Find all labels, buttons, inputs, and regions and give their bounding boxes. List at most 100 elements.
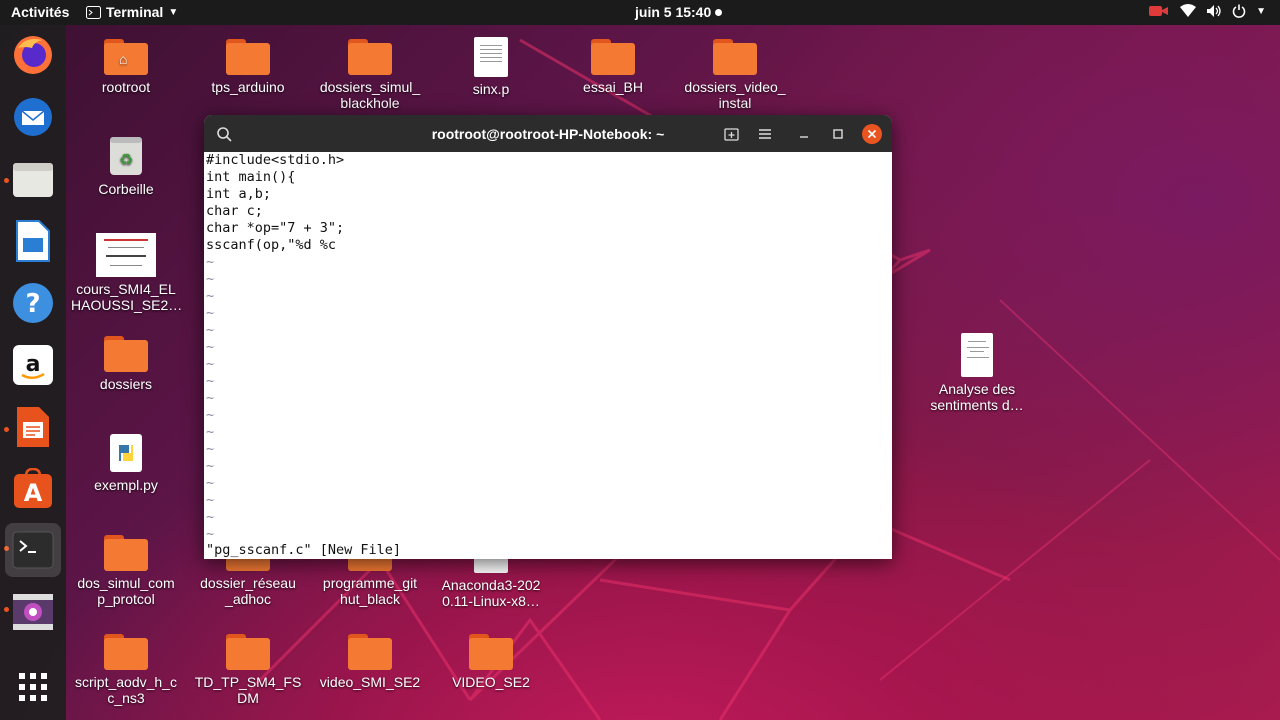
folder-icon bbox=[104, 632, 148, 670]
app-menu[interactable]: Terminal ▼ bbox=[86, 4, 178, 20]
clock[interactable]: juin 5 15:40 bbox=[635, 4, 723, 20]
tilde-marker: ~ bbox=[206, 339, 215, 355]
desktop-icon-label: tps_arduino bbox=[211, 79, 285, 95]
desktop-icon-label: dossiers_video_ instal bbox=[684, 79, 786, 111]
menu-button[interactable] bbox=[755, 124, 775, 144]
running-indicator bbox=[4, 607, 9, 612]
clock-label: juin 5 15:40 bbox=[635, 4, 712, 20]
close-icon bbox=[867, 129, 877, 139]
desktop-icon-label: essai_BH bbox=[583, 79, 643, 95]
running-indicator bbox=[4, 178, 9, 183]
desktop-icon[interactable]: Analyse des sentiments d… bbox=[922, 333, 1032, 413]
desktop-icon[interactable]: ⌂ rootroot bbox=[71, 37, 181, 95]
desktop-icon-label: dossier_réseau _adhoc bbox=[200, 575, 296, 607]
desktop-icon-label: cours_SMI4_EL HAOUSSI_SE2… bbox=[71, 281, 183, 313]
desktop-icon-label: Anaconda3-202 0.11-Linux-x8… bbox=[441, 577, 541, 609]
desktop-icon[interactable]: exempl.py bbox=[71, 433, 181, 493]
folder-icon bbox=[104, 533, 148, 571]
wifi-icon[interactable] bbox=[1180, 4, 1197, 18]
tilde-marker: ~ bbox=[206, 458, 215, 474]
app-grid-icon bbox=[19, 673, 47, 701]
files-dock-item[interactable] bbox=[11, 157, 55, 201]
writer-dock-item[interactable] bbox=[11, 219, 55, 263]
folder-icon bbox=[348, 37, 392, 75]
app-grid-dock-item[interactable] bbox=[11, 665, 55, 709]
desktop-icon-label: video_SMI_SE2 bbox=[319, 674, 421, 690]
desktop-icon[interactable]: essai_BH bbox=[558, 37, 668, 95]
volume-icon[interactable] bbox=[1206, 4, 1222, 18]
tilde-marker: ~ bbox=[206, 475, 215, 491]
trash-icon: ♻ bbox=[110, 137, 142, 175]
folder-icon bbox=[226, 37, 270, 75]
close-button[interactable] bbox=[862, 124, 882, 144]
desktop-icon[interactable]: ♻ Corbeille bbox=[71, 135, 181, 197]
camera-recording-icon[interactable] bbox=[1148, 4, 1170, 18]
desktop-icon[interactable]: cours_SMI4_EL HAOUSSI_SE2… bbox=[71, 233, 183, 313]
code-line: char c; bbox=[206, 203, 263, 219]
maximize-button[interactable] bbox=[828, 124, 848, 144]
thunderbird-icon bbox=[14, 98, 52, 136]
terminal-window[interactable]: rootroot@rootroot-HP-Notebook: ~ #includ… bbox=[204, 115, 892, 559]
tilde-marker: ~ bbox=[206, 509, 215, 525]
code-line: #include<stdio.h> bbox=[206, 152, 345, 168]
desktop-icon-label: rootroot bbox=[101, 79, 151, 95]
folder-icon bbox=[591, 37, 635, 75]
system-tray[interactable]: ▼ bbox=[1148, 4, 1266, 18]
folder-icon bbox=[226, 632, 270, 670]
desktop-icon-label: script_aodv_h_c c_ns3 bbox=[75, 674, 177, 706]
desktop-icon-label: Corbeille bbox=[98, 181, 154, 197]
desktop-icon-label: sinx.p bbox=[472, 81, 510, 97]
desktop-icon[interactable]: tps_arduino bbox=[193, 37, 303, 95]
desktop-icon[interactable]: TD_TP_SM4_FS DM bbox=[193, 632, 303, 706]
desktop-icon-label: TD_TP_SM4_FS DM bbox=[194, 674, 302, 706]
tilde-marker: ~ bbox=[206, 492, 215, 508]
desktop-icon[interactable]: video_SMI_SE2 bbox=[315, 632, 425, 690]
firefox-dock-item[interactable] bbox=[11, 33, 55, 77]
desktop-icon-label: dossiers bbox=[99, 376, 153, 392]
desktop-icon[interactable]: script_aodv_h_c c_ns3 bbox=[71, 632, 181, 706]
folder-icon bbox=[469, 632, 513, 670]
minimize-button[interactable] bbox=[794, 124, 814, 144]
software-dock-item[interactable]: A bbox=[11, 467, 55, 511]
tilde-marker: ~ bbox=[206, 305, 215, 321]
terminal-content[interactable]: #include<stdio.h> int main(){ int a,b; c… bbox=[204, 152, 892, 559]
screencast-icon bbox=[13, 594, 53, 630]
tilde-marker: ~ bbox=[206, 373, 215, 389]
thunderbird-dock-item[interactable] bbox=[11, 95, 55, 139]
chevron-down-icon[interactable]: ▼ bbox=[1256, 6, 1266, 17]
vim-status-line: "pg_sscanf.c" [New File] bbox=[206, 542, 402, 558]
folder-icon bbox=[348, 632, 392, 670]
folder-icon: ⌂ bbox=[104, 37, 148, 75]
tilde-marker: ~ bbox=[206, 390, 215, 406]
desktop-icon-label: programme_git hut_black bbox=[322, 575, 418, 607]
desktop-icon[interactable]: sinx.p bbox=[436, 37, 546, 97]
help-dock-item[interactable]: ? bbox=[11, 281, 55, 325]
code-line: int a,b; bbox=[206, 186, 272, 202]
notification-dot-icon bbox=[715, 8, 723, 16]
folder-icon bbox=[713, 37, 757, 75]
tilde-marker: ~ bbox=[206, 271, 215, 287]
power-icon[interactable] bbox=[1232, 4, 1246, 18]
folder-icon bbox=[104, 334, 148, 372]
tilde-marker: ~ bbox=[206, 356, 215, 372]
svg-text:A: A bbox=[24, 479, 43, 507]
svg-text:?: ? bbox=[25, 289, 40, 319]
svg-text:♻: ♻ bbox=[119, 152, 133, 169]
new-tab-icon bbox=[723, 128, 739, 141]
document-thumbnail-icon bbox=[961, 333, 993, 377]
desktop-icon[interactable]: dos_simul_com p_protcol bbox=[71, 533, 181, 607]
terminal-dock-item[interactable] bbox=[5, 523, 61, 577]
desktop-icon[interactable]: dossiers bbox=[71, 334, 181, 392]
code-line: int main(){ bbox=[206, 169, 296, 185]
screencast-dock-item[interactable] bbox=[11, 590, 55, 634]
impress-dock-item[interactable] bbox=[11, 405, 55, 449]
desktop-icon[interactable]: dossiers_video_ instal bbox=[680, 37, 790, 111]
tilde-marker: ~ bbox=[206, 322, 215, 338]
amazon-dock-item[interactable]: a bbox=[11, 343, 55, 387]
terminal-header[interactable]: rootroot@rootroot-HP-Notebook: ~ bbox=[204, 115, 892, 152]
new-tab-button[interactable] bbox=[721, 124, 741, 144]
activities-button[interactable]: Activités bbox=[11, 4, 69, 20]
pdf-thumbnail-icon bbox=[96, 233, 156, 277]
desktop-icon[interactable]: VIDEO_SE2 bbox=[436, 632, 546, 690]
desktop-icon[interactable]: dossiers_simul_ blackhole bbox=[315, 37, 425, 111]
